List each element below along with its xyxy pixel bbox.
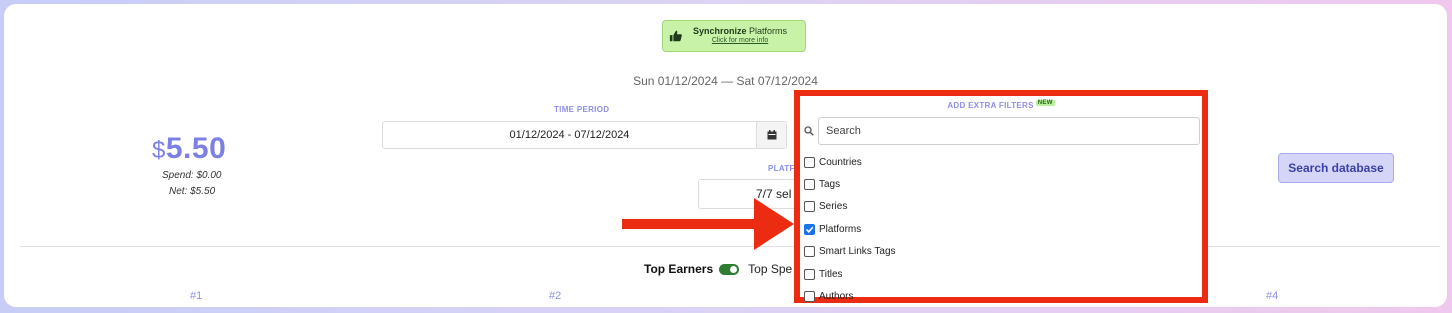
currency-symbol: $: [152, 137, 166, 164]
time-period-label: TIME PERIOD: [554, 105, 610, 114]
extra-filters-title: ADD EXTRA FILTERS: [947, 101, 1034, 110]
synchronize-platforms-button[interactable]: Synchronize Platforms Click for more inf…: [662, 20, 806, 52]
total-amount: $5.50: [152, 132, 226, 166]
top-earners-label: Top Earners: [644, 262, 714, 276]
filter-search: [804, 117, 1200, 145]
thumbs-up-icon: [669, 30, 682, 42]
checkbox[interactable]: [804, 201, 815, 213]
time-period-value: 01/12/2024 - 07/12/2024: [509, 129, 630, 141]
filter-option-label: Countries: [819, 156, 862, 168]
filter-options-list: Countries Tags Series Platforms Smart Links …: [804, 151, 896, 308]
filter-option-label: Series: [819, 201, 848, 213]
platforms-label: PLATF: [768, 164, 795, 173]
amount-value: 5.50: [165, 132, 227, 165]
filter-option-tags[interactable]: Tags: [804, 173, 896, 195]
spend-text: Spend: $0.00: [162, 170, 222, 181]
top-spenders-label: Top Spe: [748, 262, 793, 276]
sync-more-info-link[interactable]: Click for more info: [712, 36, 768, 46]
filter-option-label: Tags: [819, 179, 841, 191]
filter-option-countries[interactable]: Countries: [804, 151, 896, 173]
search-database-button[interactable]: Search database: [1278, 153, 1394, 183]
filter-option-label: Platforms: [819, 223, 862, 235]
calendar-icon[interactable]: [756, 122, 786, 148]
new-badge: NEW: [1035, 100, 1055, 106]
sync-title-bold: Synchronize: [693, 26, 747, 36]
extra-filters-panel: ADD EXTRA FILTERSNEW Countries Tags Series…: [794, 90, 1208, 303]
red-arrow-annotation: [622, 198, 794, 250]
filter-search-input[interactable]: [818, 117, 1200, 145]
filter-option-smart-links-tags[interactable]: Smart Links Tags: [804, 241, 896, 263]
filter-option-label: Smart Links Tags: [819, 246, 896, 258]
checkbox[interactable]: [804, 246, 815, 258]
filter-option-titles[interactable]: Titles: [804, 263, 896, 285]
rank-label-2: #2: [549, 290, 562, 302]
checkbox[interactable]: [804, 179, 815, 191]
net-text: Net: $5.50: [169, 186, 216, 197]
rank-label-1: #1: [190, 290, 203, 302]
checkbox-checked[interactable]: [804, 223, 815, 235]
earners-toggle[interactable]: [719, 263, 740, 275]
dashboard-card: Synchronize Platforms Click for more inf…: [4, 4, 1447, 307]
extra-filters-header: ADD EXTRA FILTERS NEW: [800, 100, 1202, 110]
filter-option-label: Authors: [819, 291, 854, 303]
checkbox[interactable]: [804, 268, 815, 280]
time-period-input[interactable]: 01/12/2024 - 07/12/2024: [382, 121, 787, 149]
checkbox[interactable]: [804, 291, 815, 303]
filter-option-label: Titles: [819, 268, 843, 280]
checkbox[interactable]: [804, 156, 815, 168]
filter-option-series[interactable]: Series: [804, 196, 896, 218]
filter-option-platforms[interactable]: Platforms: [804, 218, 896, 240]
date-range-text: Sun 01/12/2024 — Sat 07/12/2024: [633, 74, 818, 88]
search-icon: [804, 126, 816, 136]
filter-option-authors[interactable]: Authors: [804, 285, 896, 307]
sync-title-rest: Platforms: [746, 26, 788, 36]
earners-toggle-row: Top Earners Top Spe: [644, 262, 792, 276]
rank-label-4: #4: [1266, 290, 1279, 302]
